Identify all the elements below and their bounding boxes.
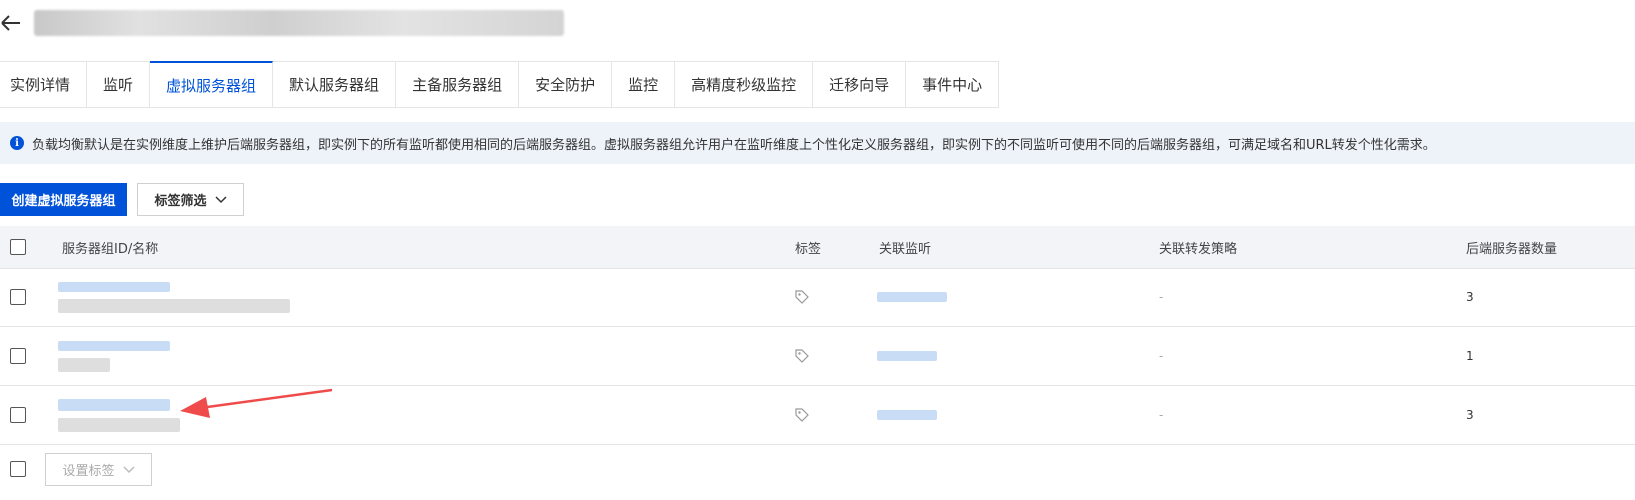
tab-monitoring[interactable]: 监控 — [612, 61, 676, 107]
table-row: - 3 — [0, 268, 1635, 327]
tab-listeners[interactable]: 监听 — [87, 61, 151, 107]
footer-select-checkbox[interactable] — [10, 461, 26, 477]
tab-event-center[interactable]: 事件中心 — [906, 61, 1000, 107]
backend-count: 3 — [1466, 290, 1474, 304]
listener-link[interactable] — [877, 410, 937, 420]
row-checkbox[interactable] — [10, 348, 26, 364]
create-virtual-server-group-button[interactable]: 创建虚拟服务器组 — [0, 183, 127, 216]
back-arrow-icon[interactable] — [0, 12, 22, 34]
tag-filter-label: 标签筛选 — [154, 194, 207, 209]
tag-icon[interactable] — [795, 290, 809, 304]
info-icon: i — [10, 136, 24, 150]
table-header: 服务器组ID/名称 标签 关联监听 关联转发策略 后端服务器数量 — [0, 226, 1635, 269]
page-title-redacted — [34, 10, 564, 36]
select-all-checkbox[interactable] — [10, 239, 26, 255]
header-policy: 关联转发策略 — [1159, 241, 1238, 257]
backend-count: 3 — [1466, 408, 1474, 422]
tab-bar: 实例详情 监听 虚拟服务器组 默认服务器组 主备服务器组 安全防护 监控 高精度… — [0, 61, 1000, 108]
header-backend-count: 后端服务器数量 — [1466, 241, 1558, 257]
row-checkbox[interactable] — [10, 407, 26, 423]
server-group-name — [58, 357, 110, 372]
tab-high-precision-monitoring[interactable]: 高精度秒级监控 — [675, 61, 814, 107]
chevron-down-icon — [214, 195, 227, 203]
server-group-name — [58, 298, 290, 313]
tag-icon[interactable] — [795, 408, 809, 422]
table-row: - 1 — [0, 327, 1635, 386]
header-id-name: 服务器组ID/名称 — [62, 241, 159, 257]
header-listener: 关联监听 — [879, 241, 932, 257]
header-tag: 标签 — [795, 241, 822, 257]
tag-filter-dropdown[interactable]: 标签筛选 — [137, 183, 244, 216]
tab-primary-secondary-group[interactable]: 主备服务器组 — [396, 61, 520, 107]
backend-count: 1 — [1466, 349, 1474, 363]
policy-value: - — [1159, 408, 1164, 422]
set-tag-label: 设置标签 — [62, 464, 115, 479]
tab-virtual-server-groups[interactable]: 虚拟服务器组 — [150, 61, 274, 107]
policy-value: - — [1159, 349, 1164, 363]
tab-instance-details[interactable]: 实例详情 — [0, 61, 88, 107]
server-group-id-link[interactable] — [58, 398, 170, 411]
listener-link[interactable] — [877, 292, 947, 302]
listener-link[interactable] — [877, 351, 937, 361]
tag-icon[interactable] — [795, 349, 809, 363]
tab-security-protection[interactable]: 安全防护 — [519, 61, 613, 107]
server-group-id-link[interactable] — [58, 281, 170, 292]
set-tag-button[interactable]: 设置标签 — [45, 453, 152, 486]
info-banner: i 负载均衡默认是在实例维度上维护后端服务器组，即实例下的所有监听都使用相同的后… — [0, 122, 1635, 164]
tab-default-server-group[interactable]: 默认服务器组 — [273, 61, 397, 107]
server-group-name — [58, 417, 180, 432]
chevron-down-icon — [122, 465, 135, 473]
tab-migration-wizard[interactable]: 迁移向导 — [813, 61, 907, 107]
row-checkbox[interactable] — [10, 289, 26, 305]
table-footer: 设置标签 — [0, 444, 1635, 500]
policy-value: - — [1159, 290, 1164, 304]
info-text: 负载均衡默认是在实例维度上维护后端服务器组，即实例下的所有监听都使用相同的后端服… — [32, 137, 1436, 153]
table-row: - 3 — [0, 386, 1635, 445]
server-group-id-link[interactable] — [58, 340, 170, 351]
